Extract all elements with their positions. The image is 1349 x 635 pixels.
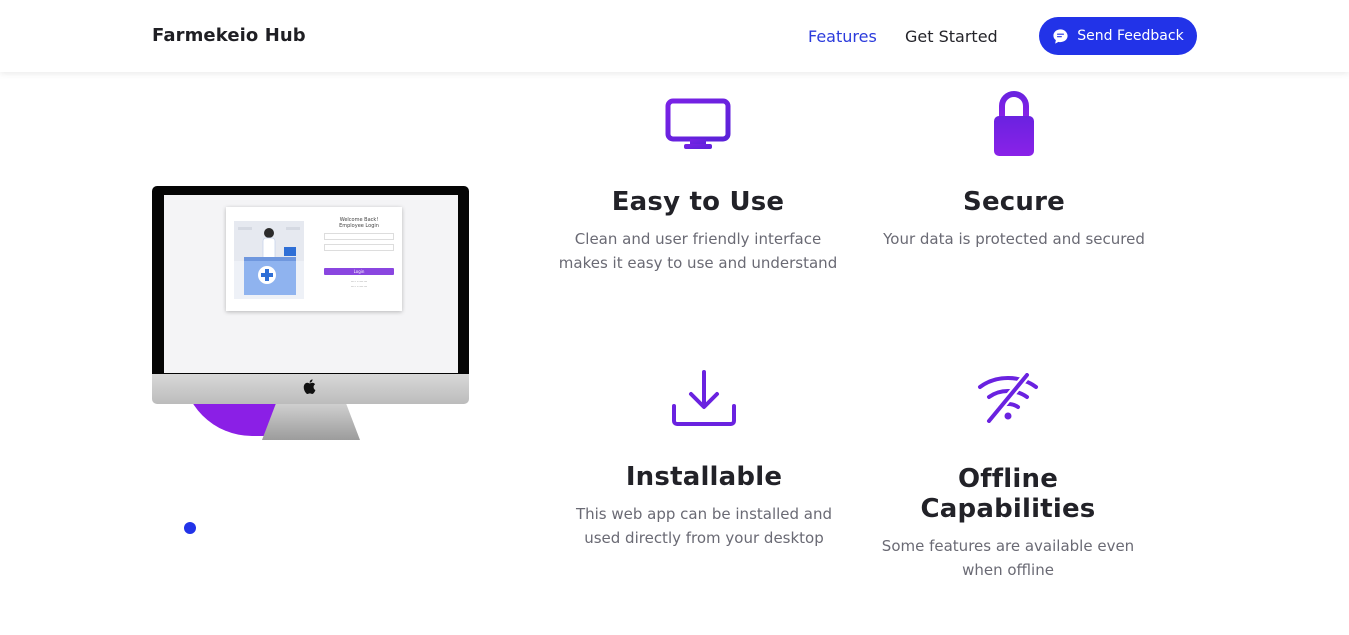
monitor-icon [665,98,731,149]
feature-description: Some features are available even when of… [881,537,1135,579]
nav-link-get-started[interactable]: Get Started [905,27,998,46]
feature-secure: Secure Your data is protected and secure… [874,91,1154,251]
chat-bubble-icon [1053,28,1068,44]
send-feedback-label: Send Feedback [1077,28,1184,44]
login-form-preview: Welcome Back! Employee Login Login ···· … [324,217,394,289]
carousel-dot[interactable] [184,522,196,534]
monitor-stand [262,404,360,440]
login-field-3 [324,255,394,262]
login-field-2 [324,244,394,251]
feature-description: Your data is protected and secured [883,230,1145,248]
feature-description: This web app can be installed and used d… [575,505,833,547]
login-button-preview: Login [324,268,394,275]
wifi-off-icon [978,373,1038,423]
monitor-image: Welcome Back! Employee Login Login ···· … [152,186,469,374]
download-icon [672,370,736,426]
feature-title: Installable [625,462,783,492]
login-links: ···· ········ ···· ········ [350,279,368,289]
login-title-2: Employee Login [339,223,379,229]
nav-link-features[interactable]: Features [808,27,877,46]
feature-title: Easy to Use [611,187,785,217]
pharmacist-illustration [234,221,304,299]
feature-title: Offline Capabilities [920,464,1096,524]
lock-icon [994,91,1034,156]
feature-easy-to-use: Easy to Use Clean and user friendly inte… [558,98,838,275]
feature-offline: Offline Capabilities Some features are a… [868,373,1148,582]
top-navbar: Farmekeio Hub Features Get Started Send … [0,0,1349,72]
send-feedback-button[interactable]: Send Feedback [1039,17,1197,55]
brand-logo[interactable]: Farmekeio Hub [152,25,306,46]
monitor-screen: Welcome Back! Employee Login Login ···· … [164,195,458,373]
feature-description: Clean and user friendly interface makes … [558,230,838,272]
apple-logo-icon [303,379,316,398]
feature-installable: Installable This web app can be installe… [564,370,844,550]
login-field-1 [324,233,394,240]
hero-illustration: Welcome Back! Employee Login Login ···· … [152,186,470,442]
login-preview-card: Welcome Back! Employee Login Login ···· … [226,207,402,311]
feature-title: Secure [963,187,1065,217]
login-button-label: Login [353,269,365,274]
